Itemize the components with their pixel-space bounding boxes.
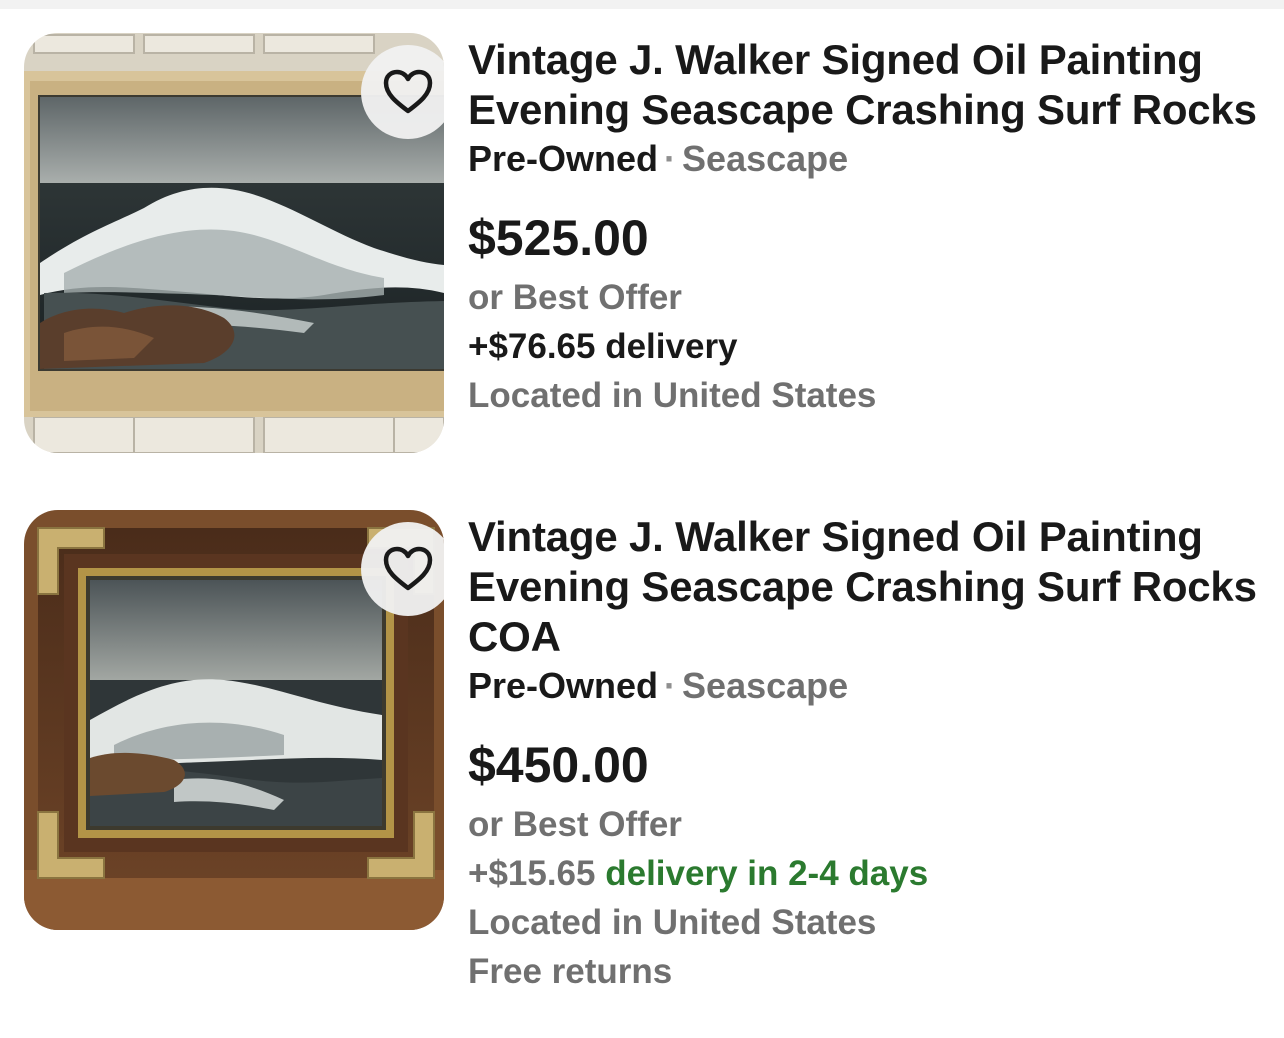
shipping-cost: +$15.65 [468, 854, 596, 893]
listing-info: Vintage J. Walker Signed Oil Painting Ev… [468, 510, 1268, 996]
item-location: Located in United States [468, 903, 877, 942]
separator-dot: · [664, 665, 677, 706]
condition-label: Pre-Owned [468, 138, 659, 179]
delivery-speed: delivery in 2-4 days [605, 854, 929, 893]
listing-card[interactable]: Vintage J. Walker Signed Oil Painting Ev… [0, 33, 1284, 473]
top-divider [0, 0, 1284, 9]
shipping-cost: +$76.65 delivery [468, 327, 738, 366]
favorite-button[interactable] [361, 522, 444, 616]
listing-price: $450.00 [468, 737, 649, 793]
listing-title[interactable]: Vintage J. Walker Signed Oil Painting Ev… [468, 33, 1268, 135]
listing-subtitle: Pre-Owned · Seascape [468, 137, 1268, 181]
heart-outline-icon [383, 69, 433, 114]
separator-dot: · [664, 138, 677, 179]
listing-card[interactable]: Vintage J. Walker Signed Oil Painting Ev… [0, 510, 1284, 991]
listing-subtitle: Pre-Owned · Seascape [468, 664, 1268, 708]
listing-title[interactable]: Vintage J. Walker Signed Oil Painting Ev… [468, 510, 1268, 662]
category-label: Seascape [682, 665, 849, 706]
listing-image[interactable] [24, 510, 444, 930]
listing-image[interactable] [24, 33, 444, 453]
heart-outline-icon [383, 546, 433, 591]
category-label: Seascape [682, 138, 849, 179]
condition-label: Pre-Owned [468, 665, 659, 706]
returns-label: Free returns [468, 952, 673, 991]
item-location: Located in United States [468, 376, 877, 415]
best-offer-label: or Best Offer [468, 805, 682, 844]
listing-info: Vintage J. Walker Signed Oil Painting Ev… [468, 33, 1268, 420]
best-offer-label: or Best Offer [468, 278, 682, 317]
shipping-info: +$15.65 delivery in 2-4 days [468, 849, 1268, 898]
favorite-button[interactable] [361, 45, 444, 139]
listing-price: $525.00 [468, 210, 649, 266]
